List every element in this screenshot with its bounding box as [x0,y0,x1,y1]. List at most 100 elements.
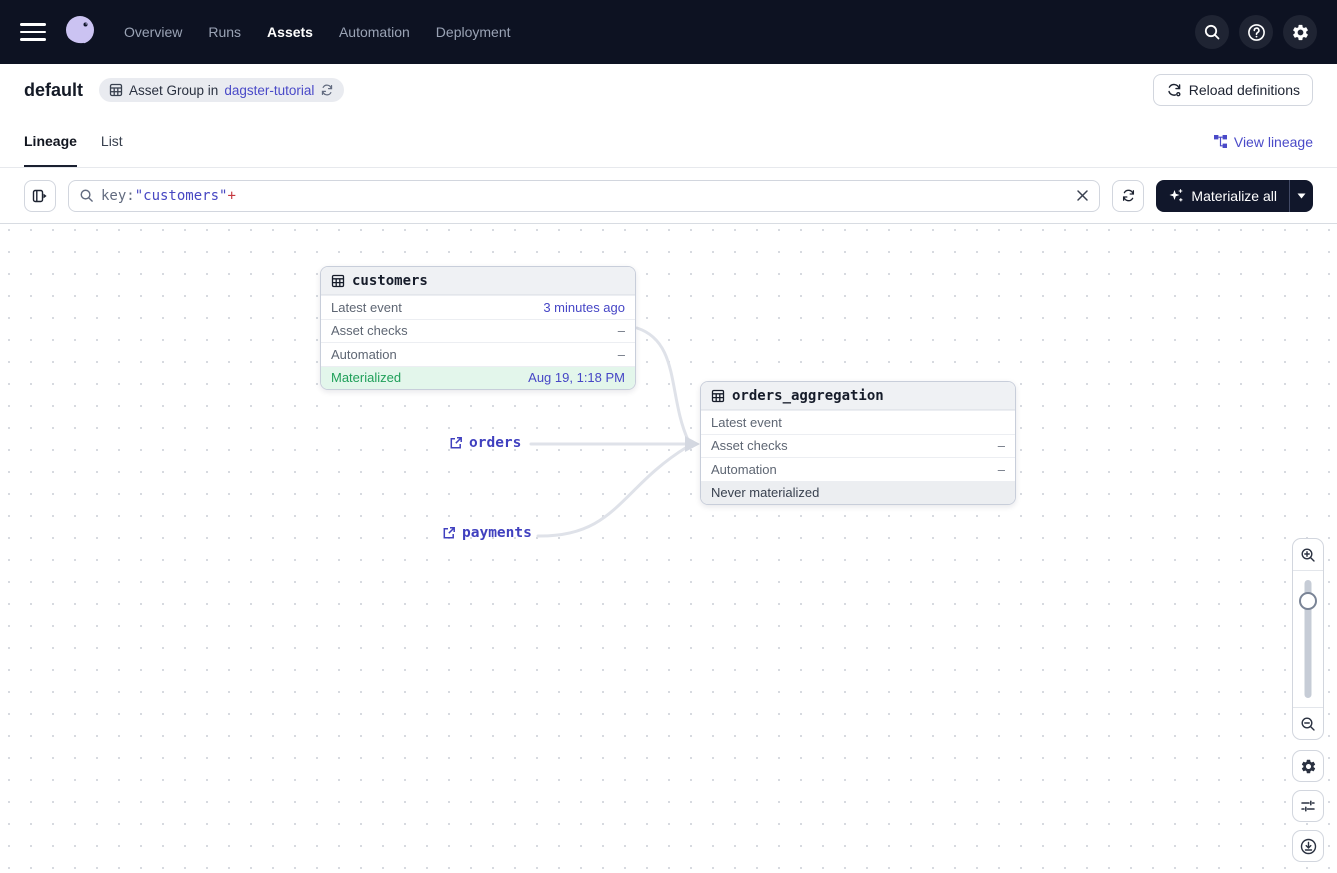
latest-event-link[interactable]: 3 minutes ago [543,300,625,315]
gear-icon [1291,23,1310,42]
asset-row-asset-checks: Asset checks – [701,434,1015,458]
table-icon [331,274,345,288]
code-location-link[interactable]: dagster-tutorial [224,83,314,98]
graph-filters-button[interactable] [1292,790,1324,822]
chevron-down-icon [1297,193,1306,199]
query-key-token: key: [101,188,135,204]
tab-lineage[interactable]: Lineage [24,116,77,167]
tab-list[interactable]: List [101,116,123,167]
asset-node-customers[interactable]: customers Latest event 3 minutes ago Ass… [320,266,636,390]
row-label: Latest event [711,415,782,430]
help-button[interactable] [1239,15,1273,49]
asset-row-latest-event: Latest event 3 minutes ago [321,295,635,319]
settings-button[interactable] [1283,15,1317,49]
graph-settings-button[interactable] [1292,750,1324,782]
nav-item-assets[interactable]: Assets [267,24,313,40]
zoom-in-button[interactable] [1293,539,1323,571]
table-icon [109,83,123,97]
row-label: Automation [711,462,777,477]
reload-definitions-button[interactable]: Reload definitions [1153,74,1313,106]
nav-item-runs[interactable]: Runs [208,24,241,40]
asset-status-row: Materialized Aug 19, 1:18 PM [321,366,635,390]
asset-row-automation: Automation – [321,342,635,366]
refresh-graph-button[interactable] [1112,180,1144,212]
row-label: Asset checks [331,323,408,338]
query-plus-token: + [227,188,235,204]
external-link-icon [449,436,463,450]
asset-node-orders-aggregation[interactable]: orders_aggregation Latest event Asset ch… [700,381,1016,505]
refresh-icon [1121,188,1136,203]
external-asset-label: orders [469,435,521,451]
hamburger-menu-icon[interactable] [20,18,48,46]
page-title: default [24,80,83,101]
asset-row-asset-checks: Asset checks – [321,319,635,343]
search-icon [79,188,94,203]
nav-item-automation[interactable]: Automation [339,24,410,40]
status-badge: Materialized [331,370,401,385]
materialize-all-label: Materialize all [1191,188,1277,204]
asset-node-header[interactable]: customers [321,267,635,295]
zoom-slider-thumb[interactable] [1299,592,1317,610]
expand-sidebar-button[interactable] [24,180,56,212]
clear-search-button[interactable] [1076,189,1089,202]
dagster-logo-icon[interactable] [60,12,100,52]
top-nav: Overview Runs Assets Automation Deployme… [0,0,1337,64]
arrow-down-circle-icon [1300,838,1317,855]
tabs-bar: Lineage List View lineage [0,116,1337,168]
row-value: – [618,323,625,338]
search-icon [1203,23,1221,41]
tab-list-label: List [101,133,123,149]
materialization-timestamp-link[interactable]: Aug 19, 1:18 PM [528,370,625,385]
row-label: Automation [331,347,397,362]
row-value: – [618,347,625,362]
materialize-all-button[interactable]: Materialize all [1156,180,1289,212]
nav-item-overview[interactable]: Overview [124,24,182,40]
zoom-in-icon [1300,547,1316,563]
sparkle-icon [1168,188,1184,204]
zoom-control-panel [1292,538,1324,740]
row-value: – [998,438,1005,453]
status-badge: Never materialized [711,485,819,500]
zoom-out-icon [1300,716,1316,732]
row-value: – [998,462,1005,477]
badge-text: Asset Group in [129,83,218,98]
zoom-slider[interactable] [1293,571,1323,707]
asset-search-input[interactable]: key:"customers"+ [68,180,1100,212]
external-asset-orders[interactable]: orders [449,435,521,451]
query-value-token: "customers" [135,188,228,204]
row-label: Asset checks [711,438,788,453]
gear-icon [1300,758,1317,775]
reload-definitions-label: Reload definitions [1189,82,1300,98]
edge-arrowhead [685,436,700,452]
help-icon [1247,23,1266,42]
materialize-split-button: Materialize all [1156,180,1313,212]
zoom-out-button[interactable] [1293,707,1323,739]
asset-row-latest-event: Latest event [701,410,1015,434]
table-icon [711,389,725,403]
nav-item-deployment[interactable]: Deployment [436,24,511,40]
primary-nav: Overview Runs Assets Automation Deployme… [124,24,511,40]
close-icon [1076,189,1089,202]
asset-row-automation: Automation – [701,457,1015,481]
materialize-dropdown-button[interactable] [1289,180,1313,212]
sync-icon[interactable] [320,83,334,97]
asset-name: customers [352,273,428,289]
view-lineage-link[interactable]: View lineage [1213,116,1313,167]
lineage-icon [1213,134,1228,149]
external-asset-payments[interactable]: payments [442,525,532,541]
lineage-toolbar: key:"customers"+ Materialize all [0,168,1337,224]
asset-group-badge: Asset Group in dagster-tutorial [99,78,344,102]
recenter-graph-button[interactable] [1292,830,1324,862]
search-button[interactable] [1195,15,1229,49]
page-header: default Asset Group in dagster-tutorial … [0,64,1337,116]
panel-expand-icon [32,188,48,204]
tab-lineage-label: Lineage [24,133,77,149]
row-label: Latest event [331,300,402,315]
reload-icon [1166,82,1182,98]
asset-node-header[interactable]: orders_aggregation [701,382,1015,410]
asset-status-row: Never materialized [701,481,1015,505]
lineage-edges [0,224,1337,873]
asset-name: orders_aggregation [732,388,884,404]
external-asset-label: payments [462,525,532,541]
lineage-graph-canvas[interactable]: customers Latest event 3 minutes ago Ass… [0,224,1337,873]
